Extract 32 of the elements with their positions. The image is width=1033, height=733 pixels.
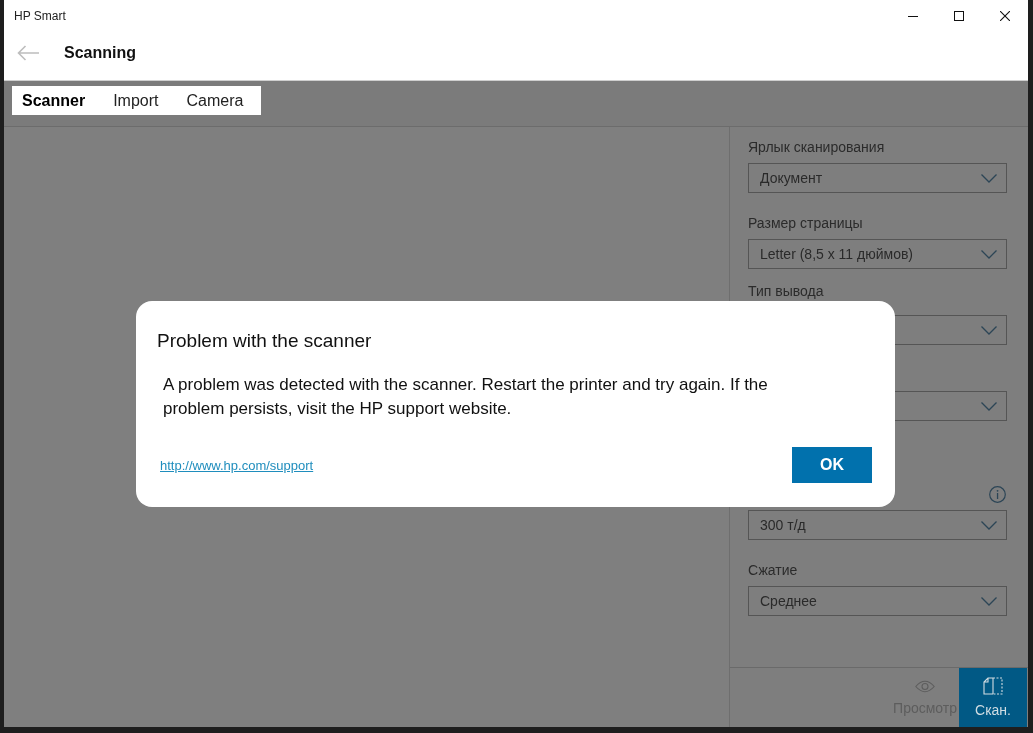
window-title: HP Smart: [14, 9, 66, 23]
ok-button[interactable]: OK: [792, 447, 872, 483]
chevron-down-icon: [981, 173, 997, 183]
setting-label: Ярлык сканирования: [748, 139, 885, 155]
chevron-down-icon: [981, 249, 997, 259]
chevron-down-icon: [981, 596, 997, 606]
tab[interactable]: Import: [103, 86, 177, 115]
page-title: Scanning: [64, 44, 136, 62]
dropdown[interactable]: Letter (8,5 x 11 дюймов): [748, 239, 1007, 269]
eye-icon: [915, 679, 936, 693]
support-link[interactable]: http://www.hp.com/support: [160, 457, 314, 473]
scan-document-icon: [983, 677, 1003, 695]
dropdown[interactable]: Документ: [748, 163, 1007, 193]
minimize-icon: [908, 15, 918, 17]
dialog-message: A problem was detected with the scanner. Restart the printer and try again. If the problem persists, visit the HP support website.: [163, 374, 769, 420]
back-button[interactable]: [17, 45, 39, 61]
chevron-down-icon: [981, 325, 997, 335]
close-icon: [1000, 11, 1010, 21]
maximize-icon: [954, 11, 964, 21]
dropdown[interactable]: Среднее: [748, 586, 1007, 616]
tab[interactable]: Camera: [176, 86, 262, 115]
scan-button[interactable]: Скан.: [959, 668, 1027, 727]
tab[interactable]: Scanner: [12, 86, 104, 115]
setting-label: Сжатие: [748, 562, 798, 578]
info-icon[interactable]: [989, 485, 1006, 503]
setting-label: Размер страницы: [748, 215, 863, 231]
chevron-down-icon: [981, 401, 997, 411]
back-arrow-icon: [17, 45, 39, 61]
dropdown[interactable]: 300 т/д: [748, 510, 1007, 540]
chevron-down-icon: [981, 520, 997, 530]
setting-label: Тип вывода: [748, 283, 824, 299]
dialog-title: Problem with the scanner: [157, 330, 372, 352]
